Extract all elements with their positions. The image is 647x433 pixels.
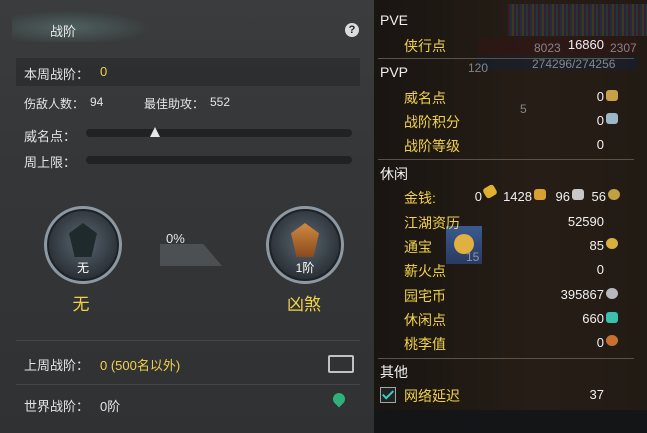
assist-label: 最佳助攻： xyxy=(144,97,205,111)
divider xyxy=(16,384,360,385)
prestige-icon xyxy=(606,90,618,101)
tongbao-label: 通宝 xyxy=(404,239,432,255)
divider xyxy=(378,58,634,59)
progress-arrow-icon xyxy=(160,244,222,266)
world-rank-value: 0阶 xyxy=(100,399,121,414)
jianghu-value: 52590 xyxy=(567,214,604,229)
location-pin-icon[interactable] xyxy=(330,390,348,408)
money-silver: 1428 xyxy=(503,189,532,204)
background-number: 120 xyxy=(468,61,489,75)
weekly-cap-label: 周上限： xyxy=(24,155,77,170)
weekly-cap-bar xyxy=(86,156,352,164)
background-number: 15 xyxy=(466,250,480,264)
xiaxing-value: 16860 xyxy=(567,37,604,52)
tongbao-value: 85 xyxy=(589,238,604,253)
last-week-label: 上周战阶： xyxy=(24,358,90,373)
assist-value: 552 xyxy=(210,95,231,109)
xiaxing-label: 侠行点 xyxy=(404,38,446,54)
kills-value: 94 xyxy=(90,95,104,109)
taoli-value: 0 xyxy=(596,335,604,350)
chest-icon[interactable] xyxy=(328,355,354,373)
help-icon[interactable]: ? xyxy=(345,23,359,37)
money-copper: 96 xyxy=(555,189,570,204)
money-coin: 56 xyxy=(591,189,606,204)
xinhuo-value: 0 xyxy=(596,262,604,277)
house-coin-icon xyxy=(606,288,618,299)
other-heading: 其他 xyxy=(380,364,408,380)
rank-level-value: 0 xyxy=(596,137,604,152)
background-number: 2307 xyxy=(610,41,637,55)
leisure-points-label: 休闲点 xyxy=(404,312,446,328)
prestige-points-label: 威名点 xyxy=(404,90,446,106)
progress-percent: 0% xyxy=(166,231,185,246)
peach-icon xyxy=(606,335,618,346)
rank-score-label: 战阶积分 xyxy=(404,114,460,130)
prestige-points-value: 0 xyxy=(596,89,604,104)
weekly-rank-value: 0 xyxy=(100,64,108,79)
latency-label: 网络延迟 xyxy=(404,388,460,404)
bottom-strip xyxy=(374,410,647,433)
yuanzhai-label: 园宅币 xyxy=(404,288,446,304)
kills-label: 伤敌人数： xyxy=(24,97,85,111)
rank-panel: 战阶 ? 本周战阶： 0 伤敌人数： 94 最佳助攻： 552 威名点： 周上限… xyxy=(0,0,374,433)
panel-title: 战阶 xyxy=(50,24,77,39)
current-medal-level: 无 xyxy=(76,261,89,275)
money-gold: 0 xyxy=(474,189,482,204)
copper-ingot-icon xyxy=(572,189,584,200)
medal-emblem-icon xyxy=(69,223,97,257)
jianghu-label: 江湖资历 xyxy=(404,215,460,231)
rank-level-label: 战阶等级 xyxy=(404,138,460,154)
leaf-icon xyxy=(606,312,618,323)
divider xyxy=(16,340,360,341)
coin-icon xyxy=(608,189,620,200)
rank-score-value: 0 xyxy=(596,113,604,128)
medal-emblem-icon xyxy=(291,223,319,257)
panel-header: 战阶 ? xyxy=(0,0,374,48)
header-decoration xyxy=(12,10,152,42)
prestige-progress-bar xyxy=(86,129,352,137)
last-week-value: 0 (500名以外) xyxy=(100,358,181,373)
divider xyxy=(378,159,634,160)
background-number: 5 xyxy=(520,102,527,116)
xinhuo-label: 薪火点 xyxy=(404,263,446,279)
weekly-rank-label: 本周战阶： xyxy=(24,67,90,82)
divider xyxy=(378,358,634,359)
current-rank-name: 无 xyxy=(72,295,90,314)
taoli-label: 桃李值 xyxy=(404,336,446,352)
tongbao-coin-icon xyxy=(606,238,618,249)
money-label: 金钱: xyxy=(404,190,436,206)
next-rank-medal-icon: 1阶 xyxy=(266,206,344,284)
prestige-marker-icon xyxy=(150,127,160,137)
silver-ingot-icon xyxy=(534,189,546,200)
latency-checkbox[interactable] xyxy=(380,387,396,403)
next-medal-level: 1阶 xyxy=(295,261,315,275)
pvp-heading: PVP xyxy=(380,64,409,80)
background-number: 274296/274256 xyxy=(532,57,616,71)
leisure-heading: 休闲 xyxy=(380,166,408,182)
leisure-points-value: 660 xyxy=(582,311,604,326)
rank-score-icon xyxy=(606,113,618,124)
current-rank-medal-icon: 无 xyxy=(44,206,122,284)
world-rank-label: 世界战阶： xyxy=(24,399,90,414)
prestige-label: 威名点： xyxy=(24,129,77,144)
latency-value: 37 xyxy=(589,387,604,402)
next-rank-name: 凶煞 xyxy=(287,295,321,314)
yuanzhai-value: 395867 xyxy=(560,287,604,302)
pve-heading: PVE xyxy=(380,12,409,28)
